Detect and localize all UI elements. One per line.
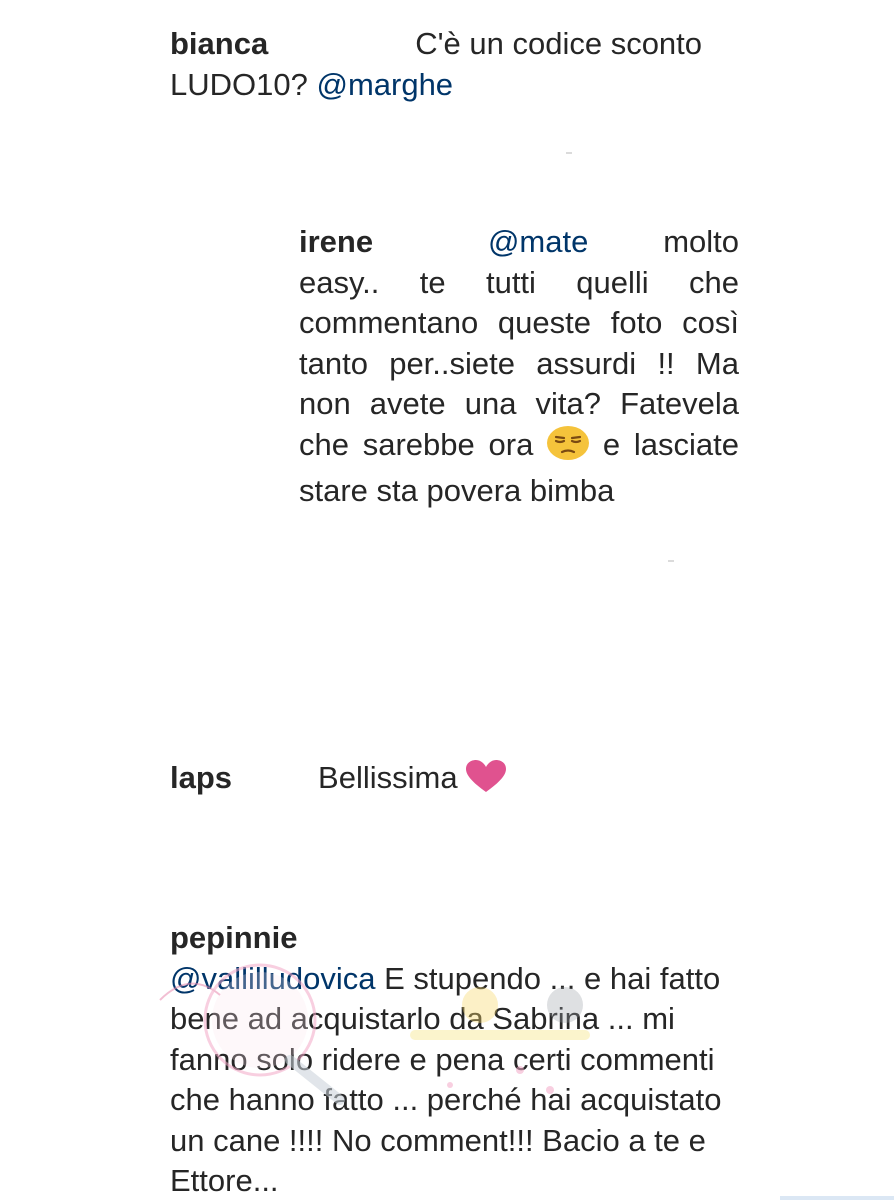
comment-text: E stupendo ... e hai fatto bene ad acqui… (170, 960, 722, 1199)
mention-link[interactable]: @marghe (316, 67, 453, 102)
mention-link[interactable]: @mate (488, 224, 588, 259)
comment-pepinnie: pepinnie @vallilludovica E stupendo ... … (170, 918, 770, 1202)
username[interactable]: irene (299, 224, 373, 259)
username[interactable]: bianca (170, 26, 268, 61)
bottom-edge-bar (780, 1196, 894, 1200)
comment-irene: irene @mate molto easy.. te tutti quelli… (299, 222, 739, 512)
comment-bianca: bianca C'è un codice sconto LUDO10? @marg… (170, 24, 740, 105)
divider (668, 560, 674, 562)
pink-heart-icon (466, 760, 507, 805)
comment-laps: laps Bellissima (170, 758, 740, 805)
divider (566, 152, 572, 154)
comment-text: Bellissima (318, 760, 467, 795)
username[interactable]: laps (170, 760, 232, 795)
username[interactable]: pepinnie (170, 918, 770, 959)
comment-body: @vallilludovica E stupendo ... e hai fat… (170, 959, 760, 1202)
unamused-face-icon (547, 425, 590, 472)
mention-link[interactable]: @vallilludovica (170, 961, 376, 996)
